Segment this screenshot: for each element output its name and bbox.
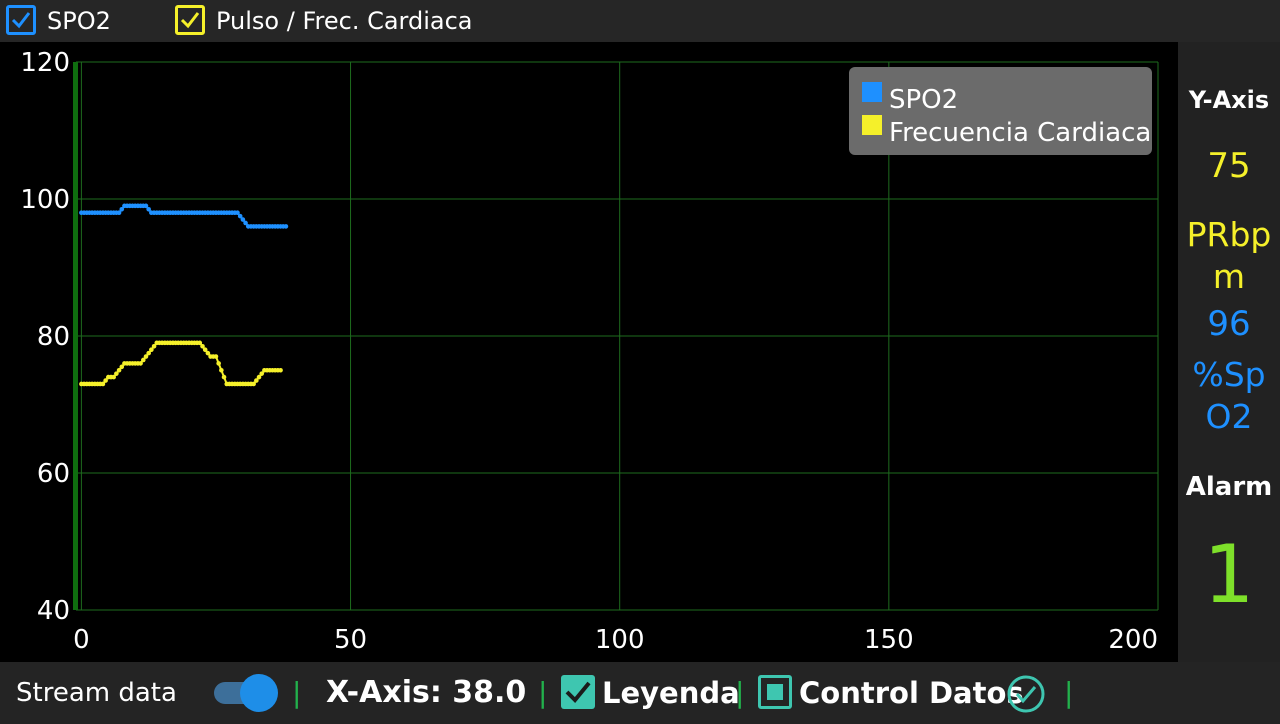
chart-area[interactable]: 40 60 80 100 120 0 50 100 150 200 SPO2 Frecuencia… bbox=[0, 42, 1178, 662]
separator: | bbox=[735, 676, 745, 709]
legend-swatch-heart-rate bbox=[862, 115, 882, 135]
spo2-checkbox-label[interactable]: SPO2 bbox=[47, 6, 111, 36]
pr-bpm-label: PRbpm bbox=[1186, 215, 1272, 296]
spo2-value: 96 bbox=[1207, 304, 1251, 344]
x-tick-label: 0 bbox=[73, 625, 90, 655]
check-icon bbox=[565, 681, 591, 703]
control-datos-checkbox[interactable] bbox=[758, 675, 792, 709]
data-point bbox=[283, 224, 289, 229]
data-point bbox=[213, 354, 219, 359]
y-axis-title: Y-Axis bbox=[1188, 86, 1270, 114]
data-point bbox=[221, 374, 227, 380]
legend-label-heart-rate: Frecuencia Cardiaca bbox=[889, 118, 1151, 148]
right-panel: Y-Axis 75 PRbpm 96 %SpO2 Alarm 1 bbox=[1178, 42, 1280, 662]
y-tick-label: 40 bbox=[37, 596, 70, 626]
pulse-checkbox[interactable] bbox=[175, 5, 205, 35]
check-icon bbox=[11, 12, 31, 29]
chart-legend: SPO2 Frecuencia Cardiaca bbox=[849, 67, 1152, 155]
alarm-value: 1 bbox=[1203, 528, 1255, 621]
alarm-title: Alarm bbox=[1185, 472, 1273, 502]
data-point bbox=[219, 367, 224, 373]
y-tick-label: 80 bbox=[37, 322, 70, 352]
x-axis-label: X-Axis: 38.0 bbox=[326, 675, 527, 710]
series-line-0 bbox=[81, 204, 286, 228]
leyenda-checkbox[interactable] bbox=[561, 675, 595, 709]
legend-swatch-spo2 bbox=[862, 82, 882, 102]
x-tick-label: 50 bbox=[334, 625, 367, 655]
line-chart[interactable]: 40 60 80 100 120 0 50 100 150 200 SPO2 Frecuencia… bbox=[0, 42, 1178, 662]
y-tick-label: 100 bbox=[20, 185, 70, 215]
stream-data-toggle[interactable] bbox=[214, 674, 280, 712]
check-circle-icon[interactable] bbox=[1006, 674, 1046, 714]
control-datos-label[interactable]: Control Datos bbox=[799, 662, 1024, 720]
y-axis-line bbox=[73, 62, 78, 610]
stream-data-label: Stream data bbox=[16, 678, 177, 708]
bottom-bar: Stream data | X-Axis: 38.0 | Leyenda | C… bbox=[0, 662, 1280, 720]
data-point bbox=[216, 361, 221, 366]
y-axis-value: 75 bbox=[1207, 146, 1251, 186]
separator: | bbox=[292, 676, 302, 709]
leyenda-label[interactable]: Leyenda bbox=[602, 662, 740, 720]
spo2-checkbox[interactable] bbox=[6, 5, 36, 35]
top-bar: SPO2 Pulso / Frec. Cardiaca bbox=[0, 0, 1280, 42]
x-tick-label: 100 bbox=[595, 625, 645, 655]
separator: | bbox=[538, 676, 548, 709]
y-tick-label: 120 bbox=[20, 48, 70, 78]
data-point bbox=[278, 367, 283, 373]
check-icon bbox=[180, 12, 200, 29]
separator: | bbox=[1064, 676, 1074, 709]
pulse-checkbox-label[interactable]: Pulso / Frec. Cardiaca bbox=[216, 6, 473, 36]
legend-label-spo2: SPO2 bbox=[889, 85, 958, 115]
x-tick-label: 200 bbox=[1108, 625, 1158, 655]
y-tick-label: 60 bbox=[37, 459, 70, 489]
x-tick-label: 150 bbox=[864, 625, 914, 655]
toggle-thumb[interactable] bbox=[240, 674, 278, 712]
spo2-percent-label: %SpO2 bbox=[1192, 355, 1266, 436]
checkbox-fill bbox=[767, 684, 783, 700]
